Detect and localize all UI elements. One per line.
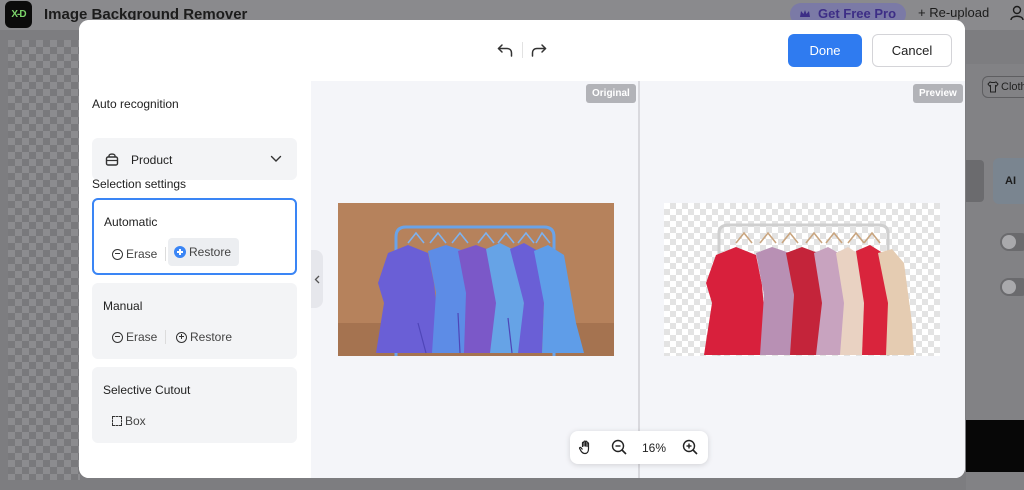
undo-icon bbox=[497, 44, 513, 57]
product-bag-icon bbox=[105, 153, 119, 166]
background-canvas-preview bbox=[8, 40, 80, 480]
reupload-button[interactable]: + Re-upload bbox=[918, 5, 989, 20]
get-free-pro-label: Get Free Pro bbox=[818, 6, 897, 21]
auto-restore-button[interactable]: Restore bbox=[168, 238, 240, 266]
zoom-level: 16% bbox=[641, 441, 667, 455]
manual-restore-label: Restore bbox=[190, 330, 233, 344]
minus-circle-icon bbox=[112, 248, 123, 260]
mode-manual-title: Manual bbox=[103, 299, 143, 313]
background-toggle-2[interactable] bbox=[1000, 278, 1024, 296]
redo-button[interactable] bbox=[528, 39, 550, 61]
mode-selective-cutout-title: Selective Cutout bbox=[103, 383, 191, 397]
ai-tool-label: AI bbox=[1005, 175, 1016, 187]
undo-button[interactable] bbox=[494, 39, 516, 61]
box-select-icon bbox=[112, 416, 122, 426]
mode-automatic-title: Automatic bbox=[104, 215, 158, 229]
manual-erase-button[interactable]: Erase bbox=[112, 326, 157, 348]
zoom-out-icon[interactable] bbox=[611, 439, 627, 455]
plus-circle-icon bbox=[176, 331, 187, 343]
compare-divider[interactable] bbox=[638, 81, 640, 478]
settings-panel: Auto recognition Product Selection setti… bbox=[79, 81, 311, 478]
recognition-type-value: Product bbox=[131, 153, 173, 167]
mode-manual[interactable]: Manual Erase Restore bbox=[92, 283, 297, 359]
zoom-in-icon[interactable] bbox=[682, 439, 698, 455]
original-tag: Original bbox=[586, 84, 636, 103]
crown-icon bbox=[800, 10, 810, 17]
background-download-bar[interactable] bbox=[966, 420, 1024, 472]
hand-pan-icon[interactable] bbox=[578, 439, 594, 455]
user-icon[interactable] bbox=[1010, 5, 1024, 21]
clothing-filter-chip[interactable]: Cloth bbox=[982, 76, 1024, 98]
background-block bbox=[966, 160, 984, 202]
zoom-toolbar: 16% bbox=[570, 431, 708, 464]
mode-selective-cutout[interactable]: Selective Cutout Box bbox=[92, 367, 297, 443]
shirt-icon bbox=[987, 81, 999, 93]
box-select-button[interactable]: Box bbox=[112, 410, 146, 432]
minus-circle-icon bbox=[112, 331, 123, 343]
manual-erase-label: Erase bbox=[126, 330, 158, 344]
box-select-label: Box bbox=[125, 414, 146, 428]
auto-restore-label: Restore bbox=[189, 245, 232, 259]
tool-separator bbox=[165, 247, 166, 261]
header-separator bbox=[522, 42, 523, 58]
plus-circle-icon bbox=[174, 246, 186, 258]
tool-separator bbox=[165, 330, 166, 344]
modal-header: Done Cancel bbox=[79, 20, 965, 81]
preview-image bbox=[664, 203, 940, 356]
auto-erase-label: Erase bbox=[126, 247, 158, 261]
cancel-button[interactable]: Cancel bbox=[872, 34, 952, 67]
chevron-left-icon bbox=[314, 275, 320, 283]
done-button[interactable]: Done bbox=[788, 34, 862, 67]
auto-erase-button[interactable]: Erase bbox=[112, 243, 157, 265]
collapse-panel-button[interactable] bbox=[311, 250, 323, 308]
preview-tag: Preview bbox=[913, 84, 963, 103]
clothing-filter-label: Cloth bbox=[1001, 81, 1024, 93]
redo-icon bbox=[531, 44, 547, 57]
selection-settings-title: Selection settings bbox=[92, 177, 187, 191]
chevron-down-icon bbox=[270, 155, 282, 162]
background-toggle-1[interactable] bbox=[1000, 233, 1024, 251]
recognition-type-select[interactable]: Product bbox=[92, 138, 297, 180]
app-logo: X-D bbox=[5, 1, 32, 28]
original-image bbox=[338, 203, 614, 356]
edit-modal: Done Cancel Auto recognition Product Sel… bbox=[79, 20, 965, 478]
auto-recognition-title: Auto recognition bbox=[92, 97, 179, 111]
mode-automatic[interactable]: Automatic Erase Restore bbox=[92, 198, 297, 275]
manual-restore-button[interactable]: Restore bbox=[176, 326, 232, 348]
